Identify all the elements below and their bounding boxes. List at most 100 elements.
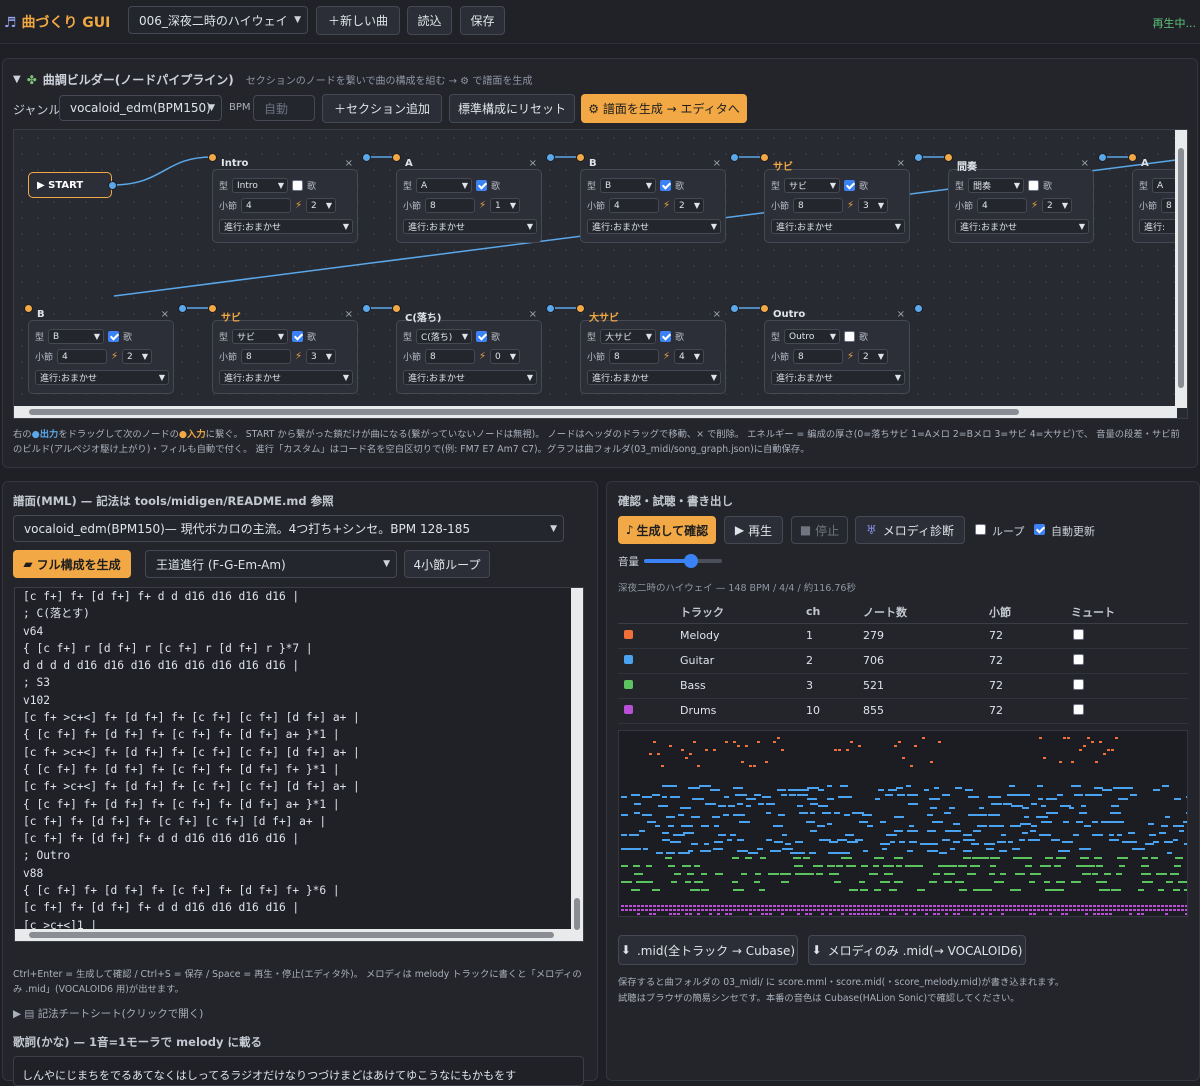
stop-button[interactable]: ■ 停止 (791, 516, 848, 544)
full-generate-button[interactable]: ▰ フル構成を生成 (13, 550, 131, 578)
mute-checkbox[interactable] (1073, 703, 1084, 715)
bars-input[interactable]: 8 (425, 198, 476, 213)
editor-horizontal-scrollbar[interactable] (15, 929, 573, 941)
node-output-port[interactable] (178, 304, 187, 313)
node-input-port[interactable] (576, 304, 585, 313)
energy-select[interactable]: 1 ▼ (490, 198, 521, 213)
progress-select[interactable]: 進行: おまかせ ▼ (587, 370, 721, 385)
progress-select[interactable]: 進行: おまかせ ▼ (219, 370, 353, 385)
energy-select[interactable]: 3 ▼ (858, 198, 889, 213)
generate-score-button[interactable]: ⚙ 譜面を生成 → エディタへ (581, 94, 747, 123)
energy-select[interactable]: 2 ▼ (1042, 198, 1073, 213)
section-node[interactable]: A × 型 A ▼ 歌小節 8 ⚡ 1 ▼ 進行: おまかせ ▼ (396, 158, 542, 243)
progress-select[interactable]: 進行: おまかせ ▼ (955, 219, 1089, 234)
mute-checkbox[interactable] (1073, 678, 1084, 690)
section-node[interactable]: サビ × 型サビ ▼ 歌小節 8 ⚡ 3 ▼ 進行: おまかせ ▼ (212, 309, 358, 394)
vocal-checkbox[interactable] (476, 331, 488, 342)
canvas-vertical-scrollbar[interactable] (1175, 130, 1187, 408)
generate-check-button[interactable]: ♪ 生成して確認 (618, 516, 716, 544)
canvas-horizontal-scrollbar[interactable] (14, 406, 1177, 418)
preset-select[interactable]: vocaloid_edm(BPM150)— 現代ボカロの主流。4つ打ち+シンセ。… (13, 515, 564, 542)
mml-editor[interactable]: [c f+] f+ [d f+] f+ d d d16 d16 d16 d16 … (14, 587, 584, 942)
node-canvas[interactable]: ▶ START Intro × 型 Intro ▼ 歌小節 4 ⚡ 2 ▼ 進行: おまかせ ▼ A × 型… (13, 129, 1188, 419)
vocal-checkbox[interactable] (292, 331, 304, 342)
progression-select[interactable]: 王道進行 (F-G-Em-Am) ▼ (145, 550, 397, 578)
type-select[interactable]: A▼ (416, 178, 473, 193)
close-icon[interactable]: × (1081, 158, 1089, 169)
section-node[interactable]: Outro × 型 Outro ▼ 歌小節 8 ⚡ 2 ▼ 進行: おまかせ ▼ (764, 309, 910, 394)
section-node[interactable]: C(落ち) × 型 C(落ち) ▼ 歌小節 8 ⚡ 0 ▼ 進行: おまかせ ▼ (396, 309, 542, 394)
genre-select[interactable]: vocaloid_edm(BPM150) ▼ (59, 95, 222, 121)
close-icon[interactable]: × (897, 158, 905, 169)
energy-select[interactable]: 2 ▼ (858, 349, 889, 364)
energy-select[interactable]: 2 ▼ (122, 349, 153, 364)
node-input-port[interactable] (1128, 153, 1137, 162)
progress-select[interactable]: 進行: おまかせ ▼ (771, 219, 905, 234)
bars-input[interactable]: 8 (793, 198, 844, 213)
close-icon[interactable]: × (713, 309, 721, 320)
node-output-port[interactable] (362, 153, 371, 162)
node-input-port[interactable] (760, 304, 769, 313)
reset-button[interactable]: 標準構成にリセット (449, 94, 575, 123)
close-icon[interactable]: × (161, 309, 169, 320)
node-title[interactable]: A (397, 158, 541, 172)
node-title[interactable]: Intro (213, 158, 357, 172)
node-input-port[interactable] (944, 153, 953, 162)
vocal-checkbox[interactable] (844, 331, 856, 342)
play-button[interactable]: ▶ 再生 (724, 516, 783, 544)
vocal-checkbox[interactable] (844, 180, 856, 191)
start-node[interactable]: ▶ START (28, 172, 112, 198)
volume-knob[interactable] (683, 554, 698, 568)
save-button[interactable]: 保存 (460, 6, 505, 35)
new-song-button[interactable]: ＋新しい曲 (316, 6, 400, 35)
export-melody-button[interactable]: ⬇ メロディのみ .mid(→ VOCALOID6) (808, 935, 1026, 965)
bars-input[interactable]: 8 (793, 349, 844, 364)
type-select[interactable]: B ▼ (600, 178, 657, 193)
loop-checkbox[interactable] (975, 524, 986, 535)
node-output-port[interactable] (730, 153, 739, 162)
node-output-port[interactable] (546, 153, 555, 162)
bars-input[interactable]: 8 (609, 349, 660, 364)
node-title[interactable]: 大サビ (581, 309, 725, 324)
progress-select[interactable]: 進行: おまかせ ▼ (35, 370, 169, 385)
lyrics-input[interactable]: しんやにじまちをでるあてなくはしってるラジオだけなりつづけまどはあけてゆこうなに… (13, 1056, 584, 1086)
node-input-port[interactable] (392, 153, 401, 162)
cheatsheet-toggle[interactable]: ▶ ▤ 記法チートシート(クリックで開く) (13, 1006, 203, 1021)
progress-select[interactable]: 進行: おまかせ ▼ (403, 219, 537, 234)
bars-input[interactable]: 4 (57, 349, 108, 364)
node-output-port[interactable] (730, 304, 739, 313)
volume-slider[interactable] (644, 554, 722, 568)
load-button[interactable]: 読込 (407, 6, 452, 35)
energy-select[interactable]: 2 ▼ (674, 198, 705, 213)
vocal-checkbox[interactable] (476, 180, 488, 191)
type-select[interactable]: 間奏 ▼ (968, 178, 1025, 193)
editor-hscroll-thumb[interactable] (29, 932, 554, 938)
type-select[interactable]: C(落ち) ▼ (416, 329, 473, 344)
export-all-button[interactable]: ⬇ .mid(全トラック → Cubase) (618, 935, 798, 965)
node-output-port[interactable] (1098, 153, 1107, 162)
type-select[interactable]: Intro ▼ (232, 178, 289, 193)
node-title[interactable]: 間奏 (949, 158, 1093, 173)
node-output-port[interactable] (914, 304, 923, 313)
node-input-port[interactable] (392, 304, 401, 313)
energy-select[interactable]: 0 ▼ (490, 349, 521, 364)
vocal-checkbox[interactable] (1028, 180, 1040, 191)
editor-vertical-scrollbar[interactable] (571, 588, 583, 941)
close-icon[interactable]: × (713, 158, 721, 169)
close-icon[interactable]: × (529, 309, 537, 320)
loop4-button[interactable]: 4小節ループ (404, 550, 490, 578)
node-input-port[interactable] (760, 153, 769, 162)
bars-input[interactable]: 4 (241, 198, 292, 213)
vocal-checkbox[interactable] (292, 180, 304, 191)
progress-select[interactable]: 進行: おまかせ ▼ (403, 370, 537, 385)
progress-select[interactable]: 進行: おまかせ ▼ (587, 219, 721, 234)
section-node[interactable]: Intro × 型 Intro ▼ 歌小節 4 ⚡ 2 ▼ 進行: おまかせ ▼ (212, 158, 358, 243)
node-input-port[interactable] (24, 304, 33, 313)
node-output-port[interactable] (546, 304, 555, 313)
vocal-checkbox[interactable] (660, 331, 672, 342)
start-output-port[interactable] (108, 181, 117, 190)
node-title[interactable]: C(落ち) (397, 309, 541, 324)
mute-checkbox[interactable] (1073, 628, 1084, 640)
node-title[interactable]: B (29, 309, 173, 323)
bars-input[interactable]: 8 (241, 349, 292, 364)
